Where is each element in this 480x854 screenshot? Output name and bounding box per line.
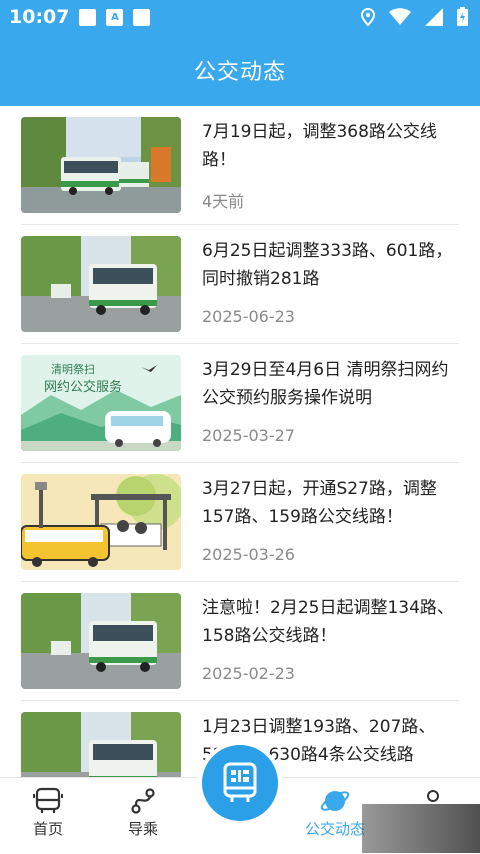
- notification-icon: [79, 8, 97, 26]
- thumb-caption: 网约公交服务: [44, 379, 122, 395]
- tab-guide[interactable]: 导乘: [98, 786, 188, 839]
- planet-icon: [320, 791, 350, 811]
- news-thumbnail: [21, 117, 181, 213]
- bus-icon: [33, 787, 63, 813]
- location-icon: [361, 7, 375, 26]
- tab-home[interactable]: 首页: [3, 786, 93, 839]
- news-title: 注意啦！2月25日起调整134路、158路公交线路！: [202, 598, 454, 646]
- list-item[interactable]: 7月19日起，调整368路公交线路！ 4天前: [21, 106, 459, 225]
- news-title: 3月29日至4月6日 清明祭扫网约公交预约服务操作说明: [202, 360, 449, 408]
- tab-guide-label: 导乘: [127, 820, 158, 838]
- notification-icon: [133, 8, 151, 26]
- news-thumbnail: 清明祭扫 网约公交服务: [21, 355, 181, 451]
- news-title: 6月25日起调整333路、601路，同时撤销281路: [202, 241, 453, 289]
- news-date: 2025-03-26: [202, 545, 295, 564]
- status-bar: 10:07 A: [0, 0, 480, 34]
- news-date: 2025-03-27: [202, 426, 295, 445]
- wifi-icon: [389, 7, 411, 25]
- battery-icon: [457, 7, 468, 26]
- list-item[interactable]: 6月25日起调整333路、601路，同时撤销281路 2025-06-23: [21, 225, 459, 344]
- news-date: 2025-06-23: [202, 307, 295, 326]
- tab-dynamics-label: 公交动态: [304, 820, 365, 838]
- signal-icon: [425, 7, 443, 26]
- news-thumbnail: [21, 593, 181, 689]
- app-header: 公交动态: [0, 34, 480, 106]
- thumb-caption: 清明祭扫: [51, 363, 95, 376]
- news-title: 3月27日起，开通S27路，调整157路、159路公交线路！: [202, 479, 437, 527]
- news-thumbnail: [21, 474, 181, 570]
- qr-button-circle: [202, 745, 278, 821]
- status-icons: [361, 7, 468, 26]
- news-date: 4天前: [202, 192, 245, 211]
- qr-code-button[interactable]: [198, 741, 282, 825]
- route-icon: [131, 788, 155, 814]
- news-date: 2025-02-23: [202, 664, 295, 683]
- tab-home-label: 首页: [32, 820, 63, 838]
- list-item[interactable]: 清明祭扫 网约公交服务 3月29日至4月6日 清明祭扫网约公交预约服务操作说明 …: [21, 344, 459, 463]
- watermark-overlay: [362, 804, 480, 853]
- qr-bus-icon: [223, 762, 257, 802]
- list-item[interactable]: 注意啦！2月25日起调整134路、158路公交线路！ 2025-02-23: [21, 582, 459, 701]
- page-title: 公交动态: [193, 60, 286, 85]
- list-item[interactable]: 3月27日起，开通S27路，调整157路、159路公交线路！ 2025-03-2…: [21, 463, 459, 582]
- news-thumbnail: [21, 236, 181, 332]
- status-time: 10:07: [9, 6, 70, 28]
- news-list[interactable]: 7月19日起，调整368路公交线路！ 4天前 6月25日起调整333路、601路…: [0, 106, 480, 820]
- news-title: 7月19日起，调整368路公交线路！: [202, 122, 437, 170]
- notification-a-icon: A: [106, 8, 124, 26]
